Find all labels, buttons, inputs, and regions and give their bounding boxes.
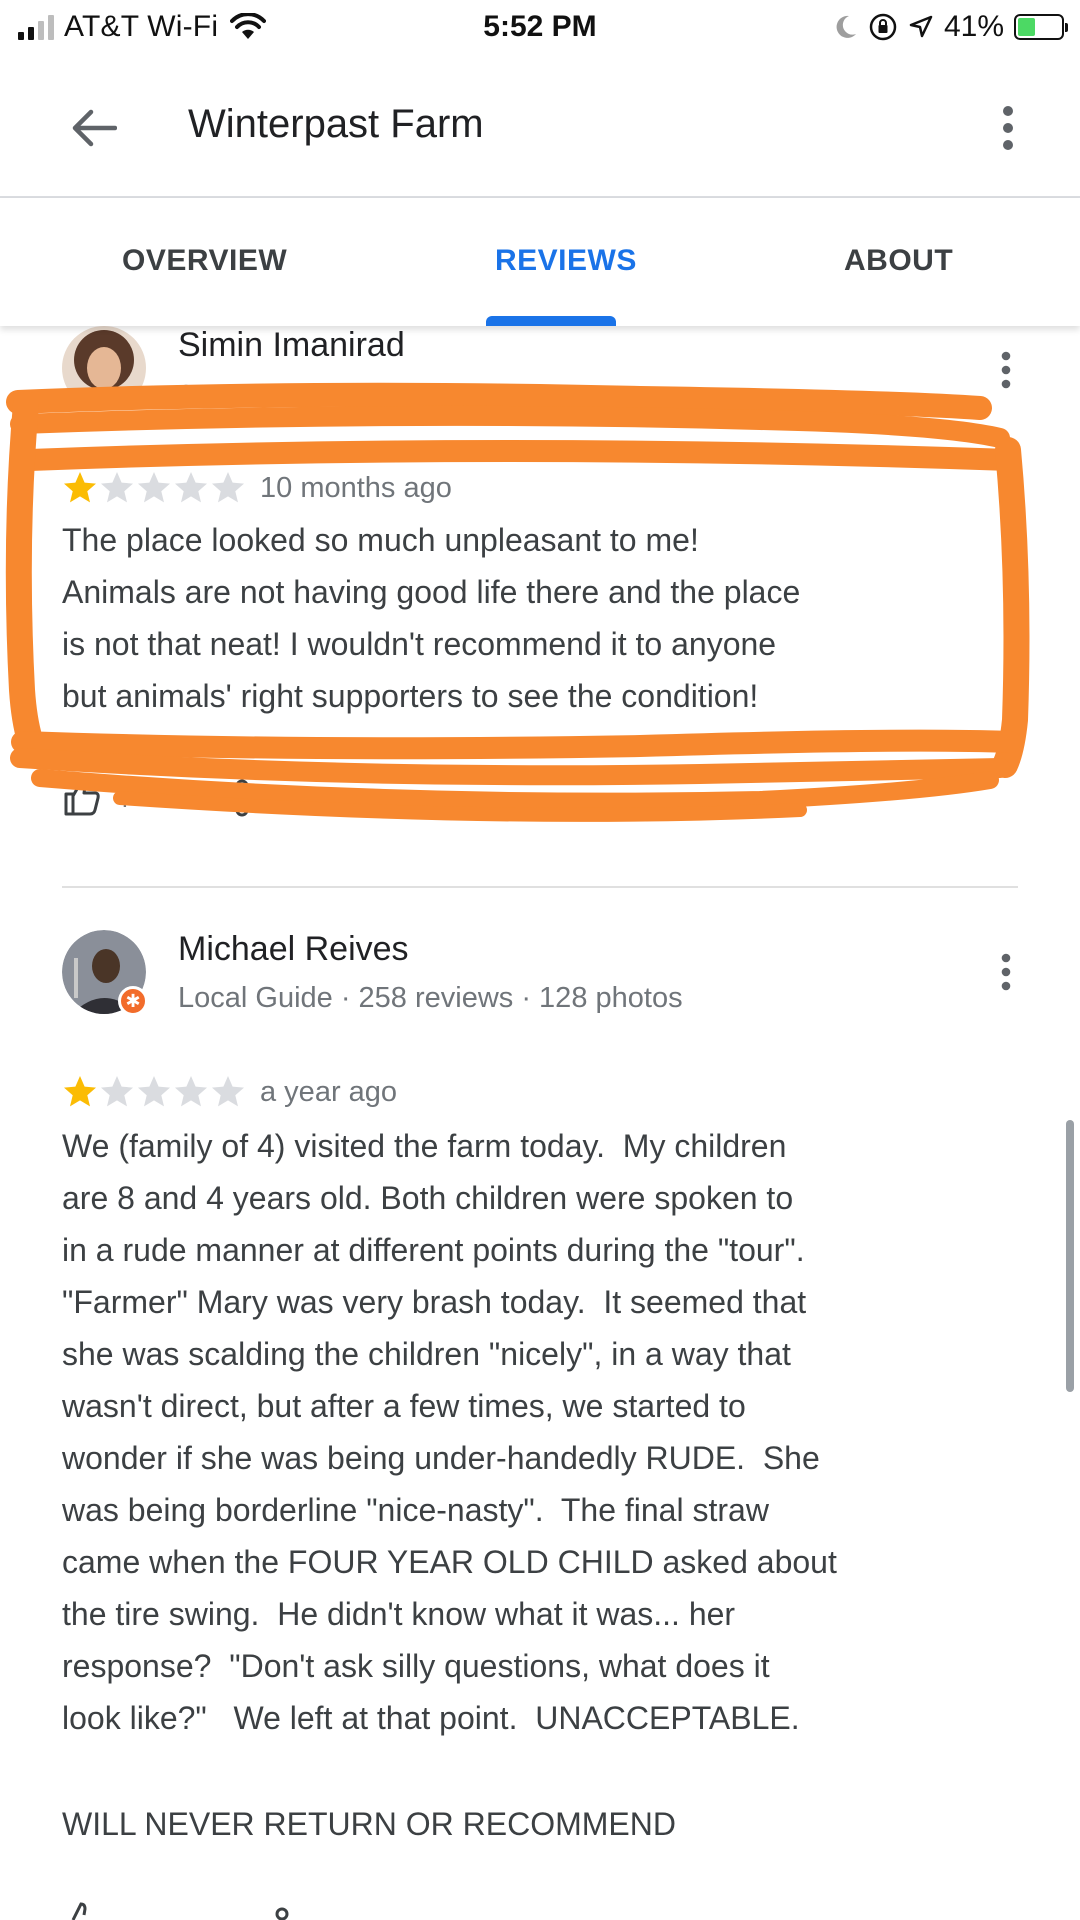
review-closing-line: WILL NEVER RETURN OR RECOMMEND xyxy=(62,1806,676,1842)
review-more-button[interactable] xyxy=(986,340,1026,400)
review-actions: 4 xyxy=(62,778,252,818)
battery-icon xyxy=(1014,14,1068,40)
status-right: 41% xyxy=(832,10,1068,44)
orientation-lock-icon xyxy=(869,13,897,41)
review-date: a year ago xyxy=(260,1075,398,1108)
review-date: 10 months ago xyxy=(260,471,452,504)
star-empty-icon xyxy=(175,472,207,503)
share-icon[interactable] xyxy=(252,1898,292,1920)
star-rating xyxy=(62,470,246,506)
star-empty-icon xyxy=(138,1076,170,1107)
thumb-up-icon[interactable] xyxy=(62,778,102,818)
star-filled-icon xyxy=(64,472,96,503)
tab-overview[interactable]: OVERVIEW xyxy=(122,244,287,278)
star-filled-icon xyxy=(64,1076,96,1107)
scrollbar[interactable] xyxy=(1066,1120,1074,1392)
review-more-button[interactable] xyxy=(986,942,1026,1002)
share-icon[interactable] xyxy=(212,778,252,818)
avatar[interactable]: ✱ xyxy=(62,930,148,1016)
moon-icon xyxy=(836,15,856,38)
star-empty-icon xyxy=(175,1076,207,1107)
star-empty-icon xyxy=(138,472,170,503)
rating-row: a year ago xyxy=(62,1074,397,1110)
reviewer-meta: 3 reviews xyxy=(178,380,301,412)
review-text: We (family of 4) visited the farm today.… xyxy=(62,1128,837,1736)
like-count: 4 xyxy=(114,782,130,813)
reviewer-name[interactable]: Simin Imanirad xyxy=(178,326,405,365)
status-bar: AT&T Wi-Fi 5:52 PM 41% xyxy=(0,0,1080,56)
avatar[interactable] xyxy=(62,326,146,410)
more-options-button[interactable] xyxy=(988,96,1028,160)
tab-about[interactable]: ABOUT xyxy=(844,244,953,278)
more-vert-icon xyxy=(1001,351,1011,389)
more-vert-icon xyxy=(1001,953,1011,991)
tab-bar: OVERVIEW REVIEWS ABOUT xyxy=(0,198,1080,326)
avatar-image xyxy=(62,326,146,410)
active-tab-indicator xyxy=(486,316,616,326)
star-empty-icon xyxy=(101,1076,133,1107)
star-empty-icon xyxy=(212,472,244,503)
rating-row: 10 months ago xyxy=(62,470,452,506)
more-vert-icon xyxy=(1003,106,1013,150)
local-guide-badge: ✱ xyxy=(118,986,148,1016)
star-empty-icon xyxy=(212,1076,244,1107)
back-button[interactable] xyxy=(62,96,126,160)
battery-percent: 41% xyxy=(943,10,1004,43)
review-text: The place looked so much unpleasant to m… xyxy=(62,522,801,714)
page-title: Winterpast Farm xyxy=(188,102,484,146)
star-empty-icon xyxy=(101,472,133,503)
review-actions-partial xyxy=(62,1898,292,1920)
back-arrow-icon xyxy=(72,109,117,147)
battery-fill xyxy=(1018,18,1036,36)
star-rating xyxy=(62,1074,246,1110)
thumb-up-icon[interactable] xyxy=(62,1898,102,1920)
location-icon xyxy=(909,15,933,38)
top-app-bar: Winterpast Farm xyxy=(0,56,1080,196)
review-divider xyxy=(62,886,1018,888)
reviewer-name[interactable]: Michael Reives xyxy=(178,930,409,969)
reviewer-meta: Local Guide · 258 reviews · 128 photos xyxy=(178,982,683,1014)
tab-reviews[interactable]: REVIEWS xyxy=(495,244,637,278)
